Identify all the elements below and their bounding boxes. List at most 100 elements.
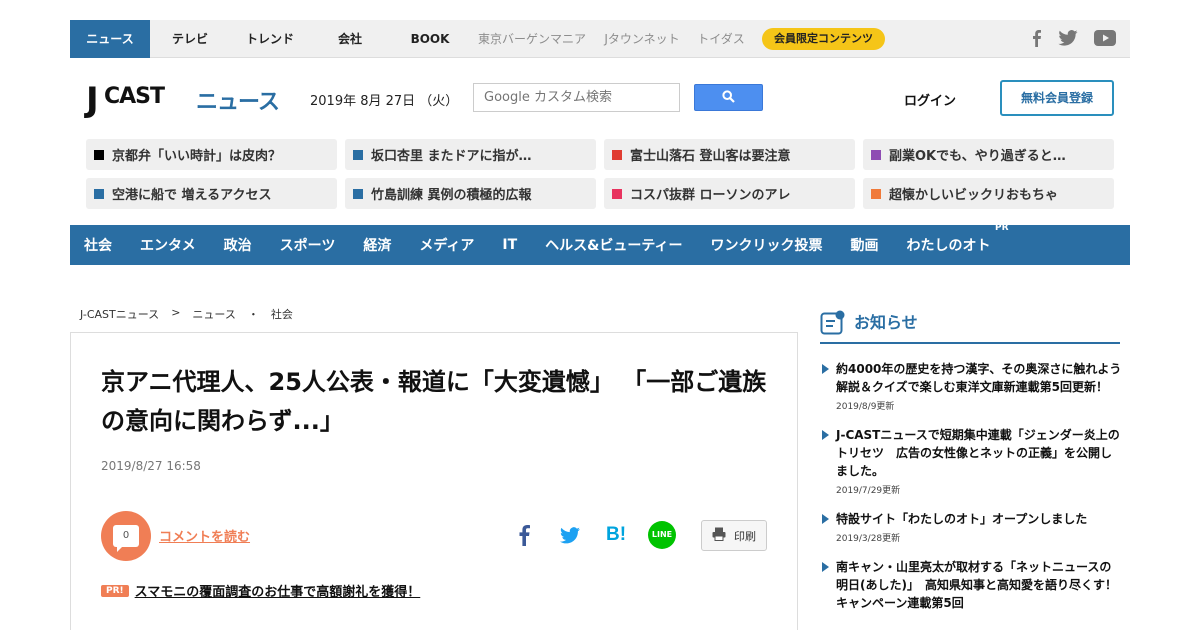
notice-item[interactable]: 特設サイト「わたしのオト」オープンしました 2019/3/28更新 [822,510,1122,544]
print-label: 印刷 [734,529,756,543]
pr-superscript: PR [994,223,1009,233]
breadcrumb-home[interactable]: J-CASTニュース [80,306,159,322]
category-watashi-no-oto[interactable]: わたしのオト PR [906,223,1009,255]
category-video[interactable]: 動画 [851,235,879,255]
top-nav-news[interactable]: ニュース [70,20,150,58]
category-one-click-vote[interactable]: ワンクリック投票 [711,235,823,255]
youtube-icon[interactable] [1094,30,1116,46]
category-nav: 社会 エンタメ 政治 スポーツ 経済 メディア IT ヘルス&ビューティー ワン… [70,223,1130,265]
breadcrumb-dot: ・ [247,308,259,321]
logo-j: J [86,80,99,120]
topic-chip[interactable]: 空港に船で 増えるアクセス [86,178,337,209]
twitter-icon[interactable] [1058,30,1078,46]
pr-link[interactable]: スマモニの覆面調査のお仕事で高額謝礼を獲得！ [135,581,421,600]
line-badge: LINE [648,521,676,549]
read-comments-link[interactable]: コメントを読む [159,526,250,545]
pr-row: PR! スマモニの覆面調査のお仕事で高額謝礼を獲得！ [101,581,420,600]
notice-date: 2019/8/9更新 [836,402,895,412]
logo-cast: CAST [104,84,165,109]
category-media[interactable]: メディア [419,235,474,255]
notice-text: 特設サイト「わたしのオト」オープンしました [836,512,1088,526]
top-nav-company[interactable]: 会社 [310,20,390,58]
breadcrumb-category[interactable]: 社会 [271,306,293,322]
notice-item[interactable]: 南キャン・山里亮太が取材する「ネットニュースの明日(あした)」 高知県知事と高知… [822,558,1122,612]
topic-color-square [871,188,881,199]
topic-label: コスパ抜群 ローソンのアレ [630,188,791,203]
search-icon [722,88,735,107]
top-nav-list: ニュース テレビ トレンド 会社 BOOK 東京バーゲンマニア Jタウンネット … [70,20,885,58]
notice-title: お知らせ [854,313,918,332]
topic-color-square [871,149,881,160]
topic-label: 超懐かしいビックリおもちゃ [889,188,1059,203]
topic-chip[interactable]: 竹島訓練 異例の積極的広報 [345,178,596,209]
notice-text: J-CASTニュースで短期集中連載「ジェンダー炎上のトリセツ 広告の女性像とネッ… [836,428,1120,478]
category-entertainment[interactable]: エンタメ [140,235,196,255]
pr-badge: PR! [101,584,129,597]
facebook-share-icon[interactable] [501,524,547,546]
topic-color-square [94,188,104,199]
notice-header: お知らせ [820,310,1120,344]
top-nav-toidasu[interactable]: トイダス [690,20,752,58]
search-button[interactable] [694,84,763,111]
topic-chip[interactable]: 副業OKでも、やり過ぎると… [863,139,1114,170]
print-button[interactable]: 印刷 [701,520,767,551]
top-nav-bargain-mania[interactable]: 東京バーゲンマニア [470,20,594,58]
logo-news: ニュース [196,90,280,115]
comment-count: 0 [113,525,139,552]
facebook-icon[interactable] [1030,29,1042,47]
comment-button[interactable]: 0 [101,511,151,561]
search-input[interactable] [473,83,680,112]
breadcrumb-separator: > [171,306,181,319]
top-nav-trend[interactable]: トレンド [230,20,310,58]
topic-chip[interactable]: 坂口杏里 またドアに指が… [345,139,596,170]
topic-chip[interactable]: 超懐かしいビックリおもちゃ [863,178,1114,209]
share-buttons: B! LINE [501,521,685,549]
printer-icon [712,527,726,544]
notice-text: 約4000年の歴史を持つ漢字、その奥深さに触れよう 解説＆クイズで楽しむ東洋文庫… [836,362,1134,394]
topic-label: 竹島訓練 異例の積極的広報 [371,188,532,203]
top-nav-tv[interactable]: テレビ [150,20,230,58]
line-icon[interactable]: LINE [639,521,685,549]
article-card: 京アニ代理人、25人公表・報道に「大変遺憾」 「一部ご遺族の意向に関わらず...… [70,332,798,630]
notice-text: 南キャン・山里亮太が取材する「ネットニュースの明日(あした)」 高知県知事と高知… [836,560,1117,610]
member-content-button[interactable]: 会員限定コンテンツ [762,28,885,50]
article-date: 2019/8/27 16:58 [101,459,201,473]
topic-label: 京都弁「いい時計」は皮肉？ [112,149,282,164]
topic-color-square [94,149,104,160]
line-label: LINE [651,530,673,539]
topic-chips: 京都弁「いい時計」は皮肉？ 坂口杏里 またドアに指が… 富士山落石 登山客は要注… [86,139,1114,209]
category-health-beauty[interactable]: ヘルス&ビューティー [545,235,682,255]
top-navigation-bar: ニュース テレビ トレンド 会社 BOOK 東京バーゲンマニア Jタウンネット … [70,20,1130,58]
topic-color-square [612,149,622,160]
topic-color-square [612,188,622,199]
top-nav-j-town-net[interactable]: Jタウンネット [594,20,690,58]
notice-icon [820,310,846,340]
category-society[interactable]: 社会 [84,235,112,255]
login-link[interactable]: ログイン [904,90,956,109]
breadcrumb-section[interactable]: ニュース [192,306,235,322]
topic-color-square [353,188,363,199]
category-label: わたしのオト [906,238,991,254]
topic-chip[interactable]: 富士山落石 登山客は要注意 [604,139,855,170]
topic-color-square [353,149,363,160]
current-date: 2019年 8月 27日 （火） [310,94,459,109]
topic-chip[interactable]: 京都弁「いい時計」は皮肉？ [86,139,337,170]
notice-item[interactable]: J-CASTニュースで短期集中連載「ジェンダー炎上のトリセツ 広告の女性像とネッ… [822,426,1122,496]
top-nav-book[interactable]: BOOK [390,20,470,58]
category-economy[interactable]: 経済 [363,235,391,255]
register-button[interactable]: 無料会員登録 [1000,80,1114,116]
hatena-bookmark-icon[interactable]: B! [593,524,639,546]
notice-item[interactable]: 約4000年の歴史を持つ漢字、その奥深さに触れよう 解説＆クイズで楽しむ東洋文庫… [822,360,1134,412]
category-politics[interactable]: 政治 [224,235,252,255]
topic-label: 空港に船で 増えるアクセス [112,188,272,203]
article-headline: 京アニ代理人、25人公表・報道に「大変遺憾」 「一部ご遺族の意向に関わらず...… [101,368,767,435]
category-sports[interactable]: スポーツ [280,235,336,255]
hatena-label: B! [605,524,627,545]
topic-chip[interactable]: コスパ抜群 ローソンのアレ [604,178,855,209]
topic-label: 坂口杏里 またドアに指が… [371,149,532,164]
j-cast-news-logo[interactable]: J CAST ニュース [86,82,282,122]
category-it[interactable]: IT [502,237,517,253]
twitter-share-icon[interactable] [547,526,593,544]
notice-date: 2019/3/28更新 [836,534,901,544]
topic-label: 富士山落石 登山客は要注意 [630,149,791,164]
